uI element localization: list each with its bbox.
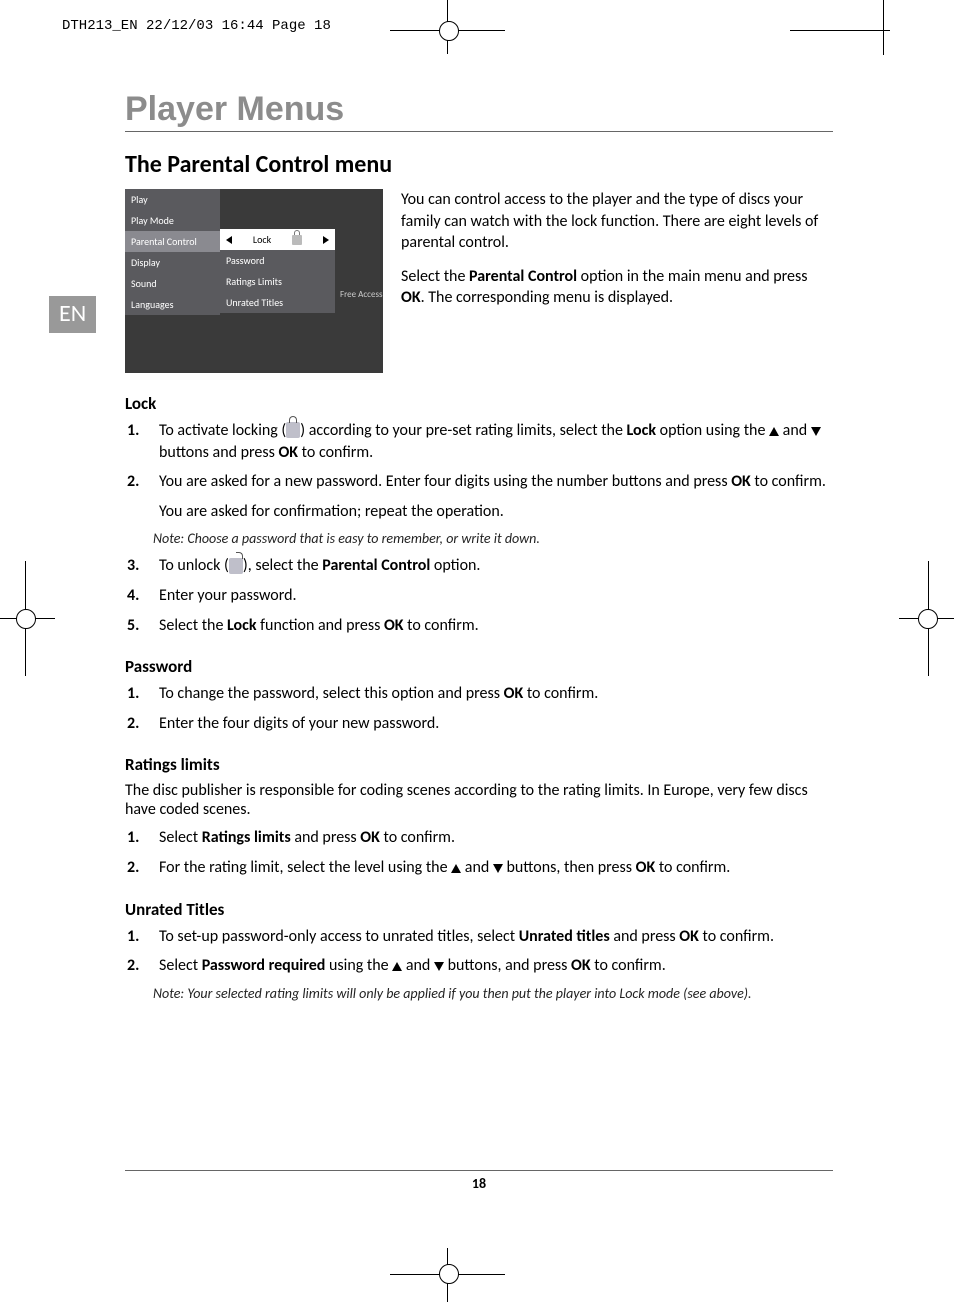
unlock-icon: [229, 558, 243, 574]
subsection-heading: Unrated Titles: [125, 899, 833, 920]
note-text: Note: Choose a password that is easy to …: [153, 530, 833, 547]
menu-screenshot: Play Play Mode Parental Control Display …: [125, 189, 383, 373]
list-item: Select the Lock function and press OK to…: [125, 615, 833, 637]
submenu-item: Password: [220, 250, 335, 271]
triangle-down-icon: [811, 427, 821, 436]
list-item: Select Password required using the and b…: [125, 955, 833, 977]
crop-mark: [883, 0, 884, 55]
lock-icon: [292, 235, 302, 245]
triangle-left-icon: [226, 236, 232, 244]
subsection-heading: Lock: [125, 393, 833, 414]
list-item: For the rating limit, select the level u…: [125, 857, 833, 879]
note-text: Note: Your selected rating limits will o…: [153, 985, 833, 1002]
intro-paragraph: You can control access to the player and…: [401, 189, 833, 254]
language-tab: EN: [49, 296, 96, 333]
unrated-steps: To set-up password-only access to unrate…: [125, 926, 833, 977]
section-title: The Parental Control menu: [125, 150, 833, 179]
subsection-heading: Ratings limits: [125, 754, 833, 775]
page-footer: 18: [125, 1170, 833, 1192]
crop-mark: [16, 609, 36, 629]
crop-mark: [790, 30, 890, 31]
list-sub: You are asked for confirmation; repeat t…: [159, 501, 833, 523]
triangle-up-icon: [451, 864, 461, 873]
crop-header: DTH213_EN 22/12/03 16:44 Page 18: [62, 18, 331, 34]
menu-item: Play: [125, 189, 220, 210]
ratings-steps: Select Ratings limits and press OK to co…: [125, 827, 833, 878]
page-title: Player Menus: [125, 90, 833, 132]
list-item: Select Ratings limits and press OK to co…: [125, 827, 833, 849]
list-item: To activate locking () according to your…: [125, 420, 833, 463]
intro-text: You can control access to the player and…: [401, 189, 833, 373]
triangle-up-icon: [769, 427, 779, 436]
lock-icon: [286, 422, 300, 438]
submenu-item-selected: Lock: [220, 229, 335, 250]
list-item: Enter the four digits of your new passwo…: [125, 713, 833, 735]
triangle-right-icon: [323, 236, 329, 244]
lock-steps: To activate locking () according to your…: [125, 420, 833, 522]
list-item: To unlock (), select the Parental Contro…: [125, 555, 833, 577]
list-item: Enter your password.: [125, 585, 833, 607]
crop-mark: [439, 21, 459, 41]
page-content: Player Menus The Parental Control menu P…: [125, 90, 833, 1010]
triangle-up-icon: [392, 962, 402, 971]
menu-item: Play Mode: [125, 210, 220, 231]
list-item: To set-up password-only access to unrate…: [125, 926, 833, 948]
menu-status: Free Access: [340, 289, 382, 300]
menu-item: Sound: [125, 273, 220, 294]
list-item: To change the password, select this opti…: [125, 683, 833, 705]
ratings-paragraph: The disc publisher is responsible for co…: [125, 781, 833, 819]
page-number: 18: [472, 1175, 486, 1192]
menu-item: Languages: [125, 294, 220, 315]
submenu-item: Ratings Limits: [220, 271, 335, 292]
crop-mark: [439, 1264, 459, 1284]
menu-item-selected: Parental Control: [125, 231, 220, 252]
triangle-down-icon: [434, 962, 444, 971]
submenu-item: Unrated Titles: [220, 292, 335, 313]
intro-paragraph: Select the Parental Control option in th…: [401, 266, 833, 309]
subsection-heading: Password: [125, 656, 833, 677]
submenu-label: Lock: [253, 233, 271, 246]
triangle-down-icon: [493, 864, 503, 873]
password-steps: To change the password, select this opti…: [125, 683, 833, 734]
list-item: You are asked for a new password. Enter …: [125, 471, 833, 522]
crop-mark: [918, 609, 938, 629]
lock-steps-cont: To unlock (), select the Parental Contro…: [125, 555, 833, 636]
menu-item: Display: [125, 252, 220, 273]
